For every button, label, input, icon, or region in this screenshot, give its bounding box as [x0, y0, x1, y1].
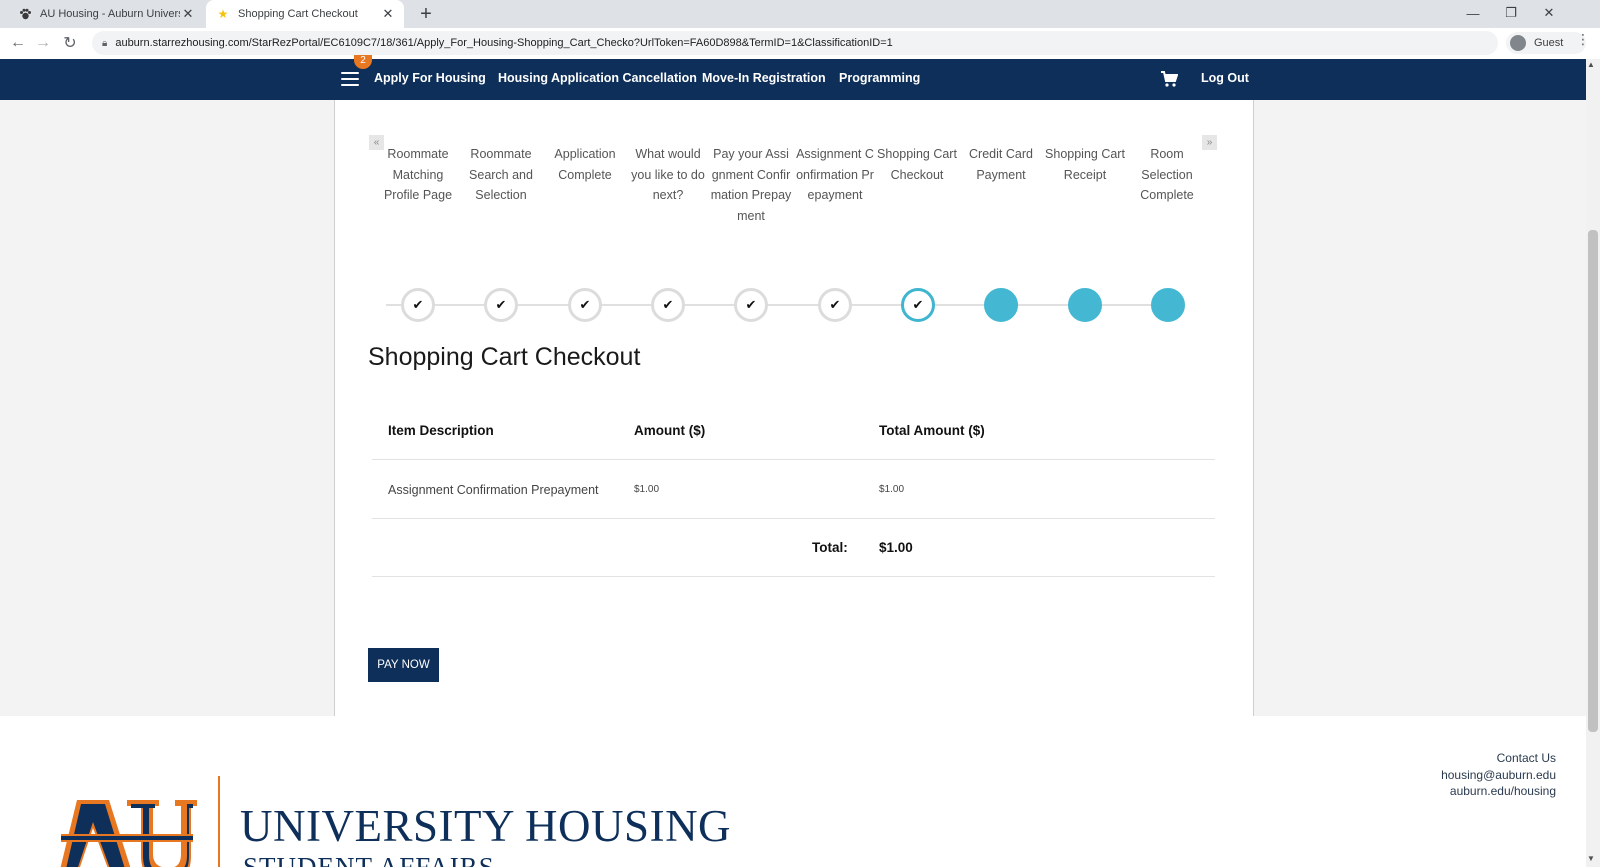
log-out-link[interactable]: Log Out: [1201, 71, 1249, 85]
step-label-application-complete[interactable]: Application Complete: [544, 144, 626, 185]
new-tab-button[interactable]: +: [414, 2, 438, 26]
nav-link-programming[interactable]: Programming: [839, 71, 920, 85]
address-bar[interactable]: 🔒︎ auburn.starrezhousing.com/StarRezPort…: [92, 31, 1498, 55]
site-footer: Contact Us housing@auburn.edu auburn.edu…: [0, 716, 1586, 867]
step-label-room-selection-complete: Room Selection Complete: [1140, 147, 1194, 203]
logo-subtitle: STUDENT AFFAIRS: [243, 852, 495, 867]
browser-tab-au-housing[interactable]: AU Housing - Auburn University ✕: [8, 0, 204, 28]
step-3-check-icon[interactable]: ✔: [568, 288, 602, 322]
menu-dots-icon[interactable]: ⋮: [1576, 31, 1590, 48]
hamburger-menu-icon[interactable]: [341, 70, 359, 88]
browser-tabstrip: AU Housing - Auburn University ✕ ★ Shopp…: [0, 0, 1600, 28]
logo-title: UNIVERSITY HOUSING: [240, 801, 732, 851]
step-1-check-icon[interactable]: ✔: [401, 288, 435, 322]
column-header-amount: Amount ($): [634, 423, 706, 438]
step-label-shopping-cart-receipt: Shopping Cart Receipt: [1045, 147, 1125, 182]
step-4-check-icon[interactable]: ✔: [651, 288, 685, 322]
scroll-down-arrow-icon[interactable]: ▼: [1587, 854, 1595, 863]
table-divider: [372, 576, 1215, 577]
total-label: Total:: [812, 540, 848, 555]
avatar-icon: [1510, 35, 1526, 51]
step-6-check-icon[interactable]: ✔: [818, 288, 852, 322]
step-label-credit-card-payment: Credit Card Payment: [969, 147, 1033, 182]
close-icon[interactable]: ✕: [180, 6, 196, 22]
step-label-assignment-confirmation[interactable]: Assignment Confirmation Prepayment: [794, 144, 876, 206]
notification-badge: 2: [354, 55, 372, 69]
browser-tab-shopping-cart[interactable]: ★ Shopping Cart Checkout ✕: [206, 0, 404, 28]
site-navbar: 2 Apply For Housing Housing Application …: [0, 55, 1586, 100]
reload-icon[interactable]: ↻: [58, 31, 82, 55]
pay-now-button[interactable]: PAY NOW: [368, 648, 439, 682]
nav-link-housing-application-cancellation[interactable]: Housing Application Cancellation: [498, 71, 697, 85]
close-window-icon[interactable]: ✕: [1530, 0, 1568, 26]
minimize-icon[interactable]: —: [1454, 0, 1492, 26]
step-10-pending-circle: [1151, 288, 1185, 322]
paw-icon: [18, 7, 32, 21]
step-2-check-icon[interactable]: ✔: [484, 288, 518, 322]
step-8-pending-circle: [984, 288, 1018, 322]
step-label-what-next[interactable]: What would you like to do next?: [627, 144, 709, 206]
tab-title: AU Housing - Auburn University: [40, 8, 180, 20]
cell-item-description: Assignment Confirmation Prepayment: [388, 483, 599, 497]
step-label-roommate-matching[interactable]: Roommate Matching Profile Page: [377, 144, 459, 206]
browser-toolbar: ← → ↻ 🔒︎ auburn.starrezhousing.com/StarR…: [0, 28, 1600, 60]
total-value: $1.00: [879, 540, 913, 555]
step-9-pending-circle: [1068, 288, 1102, 322]
back-arrow-icon[interactable]: ←: [6, 31, 30, 55]
step-7-current-check-icon[interactable]: ✔: [901, 288, 935, 322]
lock-icon: 🔒︎: [102, 37, 108, 49]
step-label-shopping-cart-checkout[interactable]: Shopping Cart Checkout: [877, 144, 957, 185]
page-title: Shopping Cart Checkout: [368, 343, 641, 371]
forward-arrow-icon[interactable]: →: [31, 31, 55, 55]
shopping-cart-icon[interactable]: [1160, 70, 1178, 88]
cell-total-amount: $1.00: [879, 484, 905, 495]
logo-divider: [218, 776, 220, 867]
column-header-item-description: Item Description: [388, 423, 494, 438]
cell-amount: $1.00: [634, 484, 660, 495]
restore-icon[interactable]: ❐: [1492, 0, 1530, 26]
column-header-total-amount: Total Amount ($): [879, 423, 985, 438]
step-5-check-icon[interactable]: ✔: [734, 288, 768, 322]
auburn-au-logo-icon: [60, 800, 197, 867]
scrollbar-thumb[interactable]: [1588, 230, 1598, 732]
step-label-pay-assignment[interactable]: Pay your Assignment Confirmation Prepaym…: [710, 144, 792, 227]
profile-button[interactable]: Guest: [1506, 32, 1586, 54]
nav-link-move-in-registration[interactable]: Move-In Registration: [702, 71, 826, 85]
url-text: auburn.starrezhousing.com/StarRezPortal/…: [115, 37, 893, 49]
profile-label: Guest: [1534, 37, 1564, 49]
tab-title: Shopping Cart Checkout: [238, 8, 358, 20]
table-divider: [372, 518, 1215, 519]
contact-us-link[interactable]: Contact Us: [1441, 750, 1556, 767]
scroll-up-arrow-icon[interactable]: ▲: [1587, 60, 1595, 69]
step-label-roommate-search[interactable]: Roommate Search and Selection: [460, 144, 542, 206]
nav-link-apply-for-housing[interactable]: Apply For Housing: [374, 71, 486, 85]
contact-email-link[interactable]: housing@auburn.edu: [1441, 767, 1556, 784]
contact-website-link[interactable]: auburn.edu/housing: [1441, 783, 1556, 800]
star-icon: ★: [217, 7, 229, 21]
close-icon[interactable]: ✕: [380, 6, 396, 22]
table-divider: [372, 459, 1215, 460]
contact-info: Contact Us housing@auburn.edu auburn.edu…: [1441, 750, 1556, 800]
